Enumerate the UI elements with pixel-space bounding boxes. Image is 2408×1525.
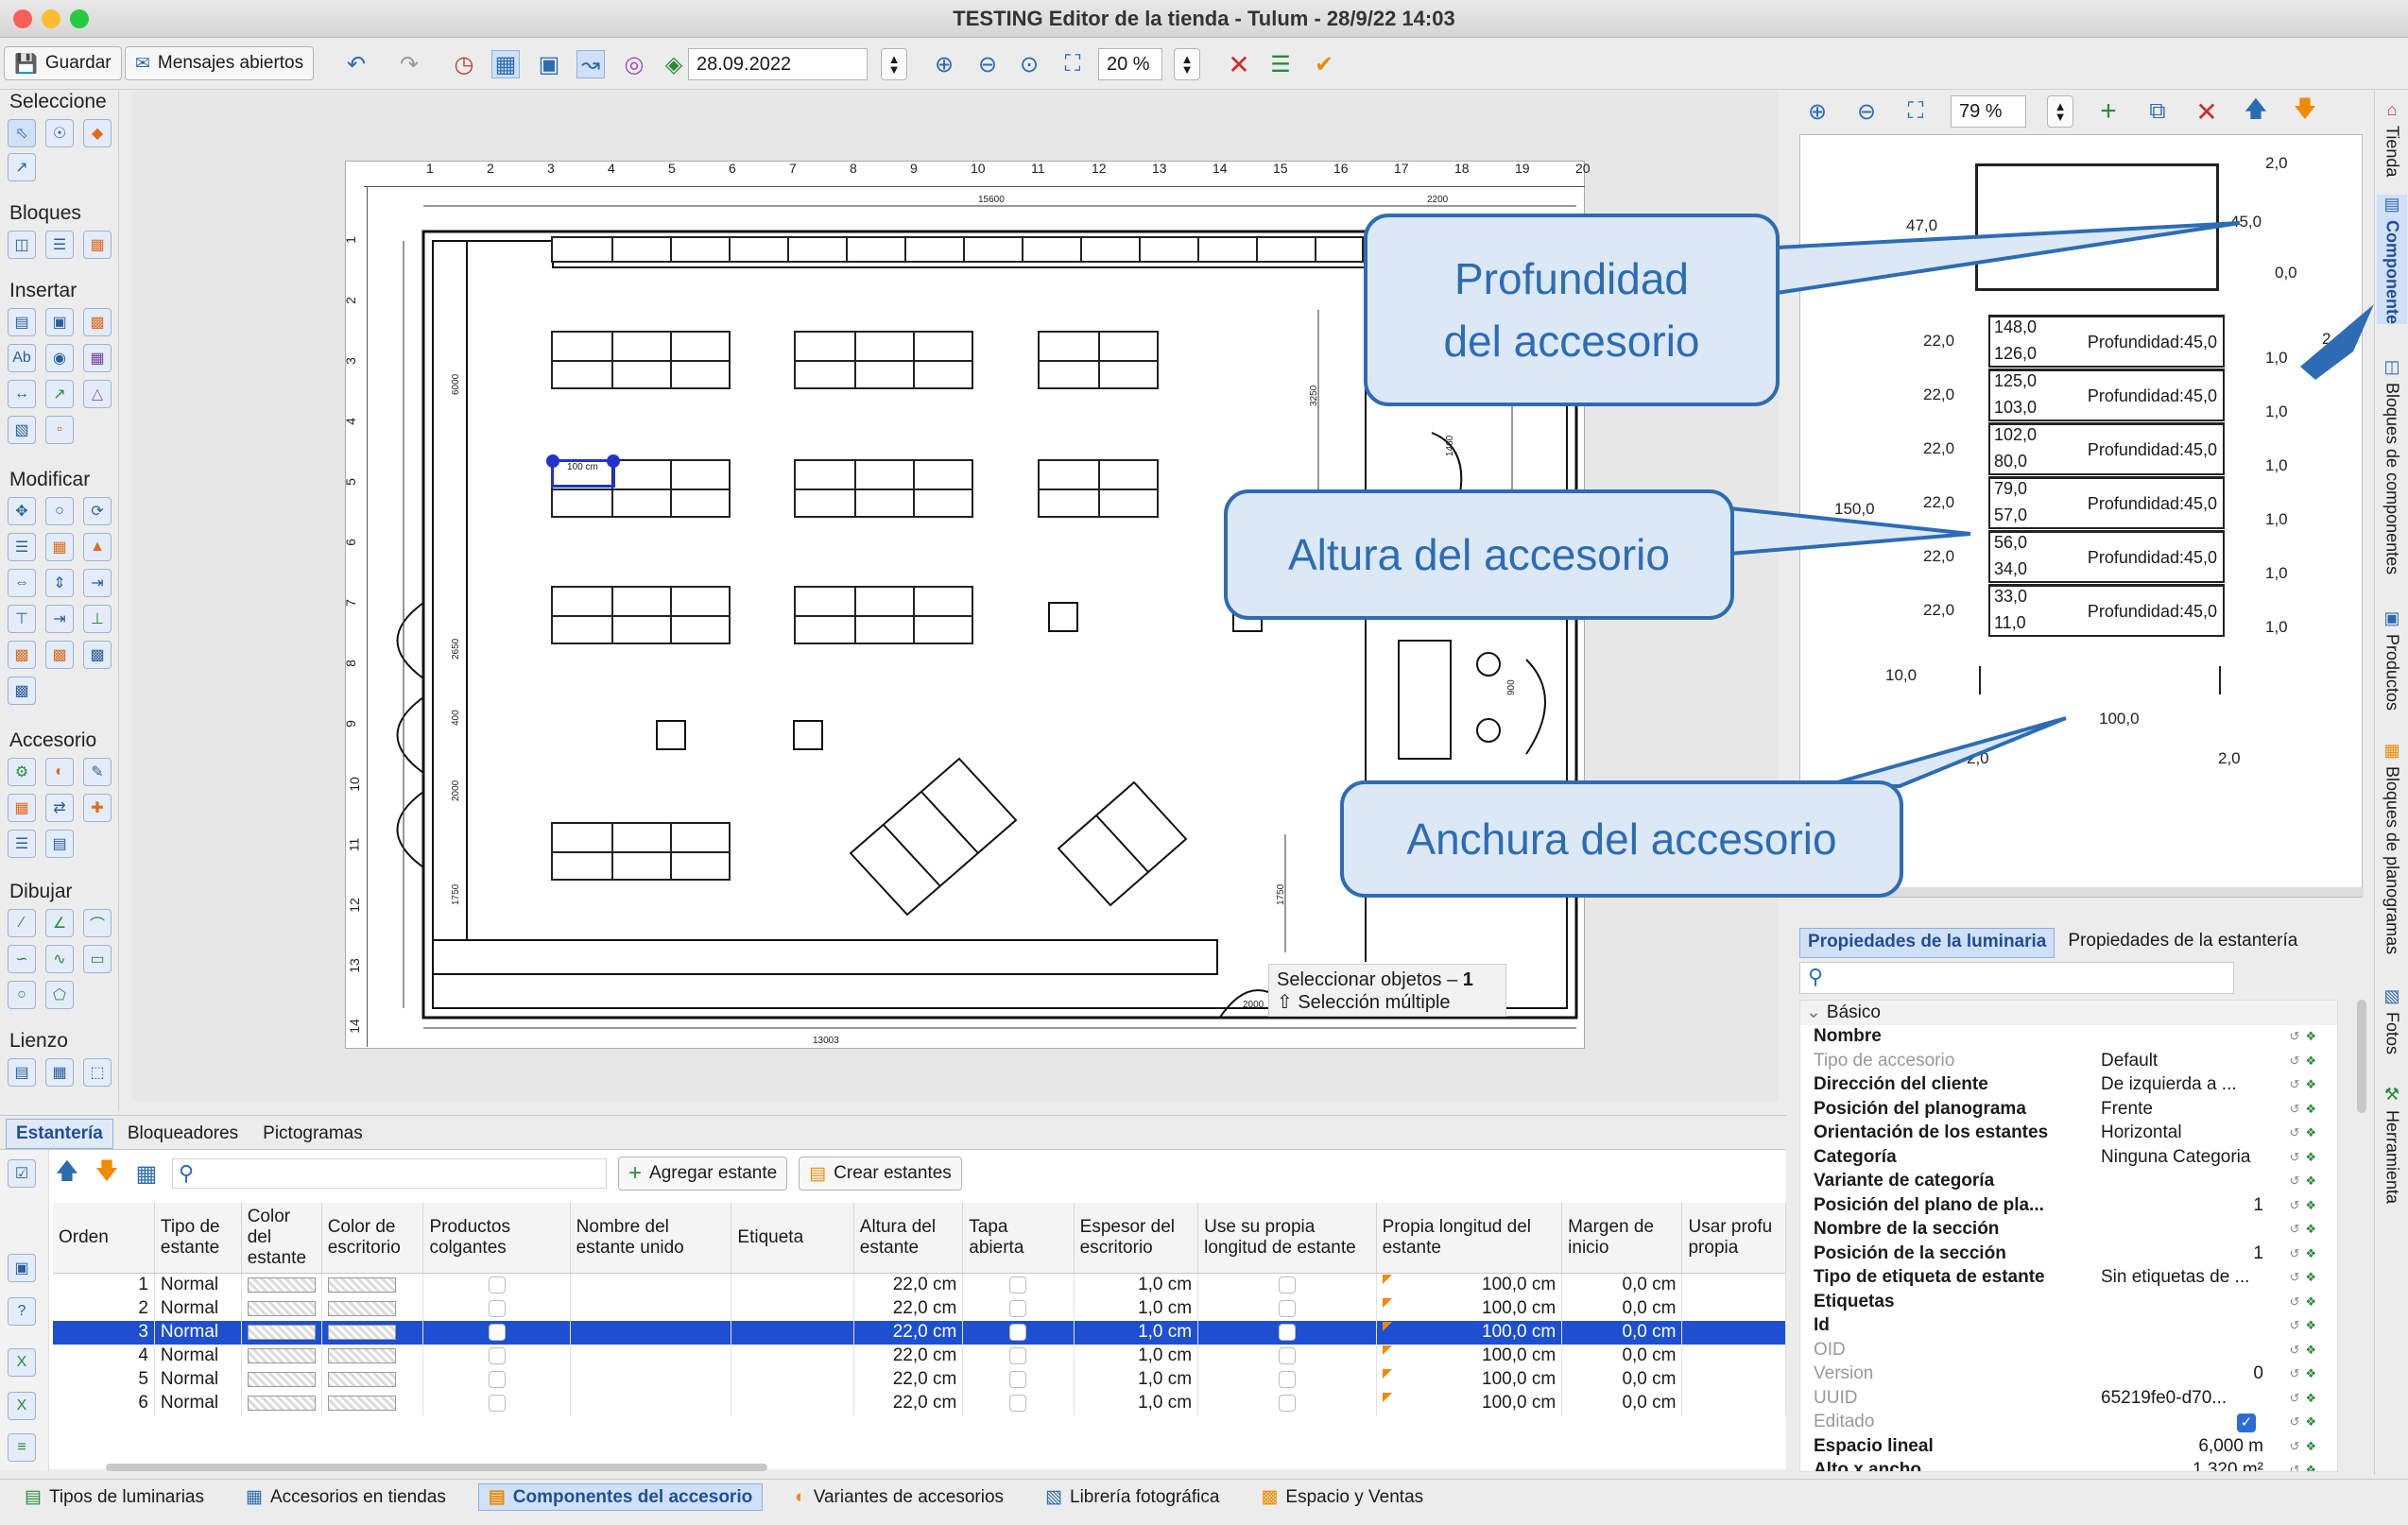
side-tab-bloques-planogramas[interactable]: ▦ Bloques de planogramas (2377, 741, 2407, 954)
depth-pointer (1775, 221, 2241, 296)
callout-width: Anchura del accesorio (1340, 780, 1903, 898)
planogram-blocks-icon: ▦ (2383, 741, 2400, 760)
side-tab-componente[interactable]: ▤ Componente (2377, 195, 2407, 324)
component-blocks-icon: ◫ (2383, 357, 2400, 376)
width-pointer (1823, 716, 2067, 788)
side-tab-tienda[interactable]: ⌂ Tienda (2377, 100, 2407, 177)
component-icon: ▤ (2383, 195, 2400, 214)
component-tab-pointer (2300, 304, 2374, 380)
store-icon: ⌂ (2386, 100, 2398, 119)
height-pointer (1728, 505, 1971, 557)
photos-icon: ▧ (2383, 986, 2400, 1005)
side-tab-productos[interactable]: ▣ Productos (2377, 608, 2407, 711)
callout-height: Altura del accesorio (1224, 489, 1734, 620)
side-tab-fotos[interactable]: ▧ Fotos (2377, 986, 2407, 1054)
side-tab-bloques-componentes[interactable]: ◫ Bloques de componentes (2377, 357, 2407, 574)
products-icon: ▣ (2383, 608, 2400, 627)
side-tab-herramienta[interactable]: ⚒ Herramienta (2377, 1085, 2407, 1204)
tools-icon: ⚒ (2383, 1085, 2400, 1104)
callout-pointers (1728, 221, 2374, 788)
callout-depth: Profundidad del accesorio (1364, 214, 1780, 406)
side-tab-bar: ⌂ Tienda ▤ Componente ◫ Bloques de componen… (2374, 91, 2408, 1475)
